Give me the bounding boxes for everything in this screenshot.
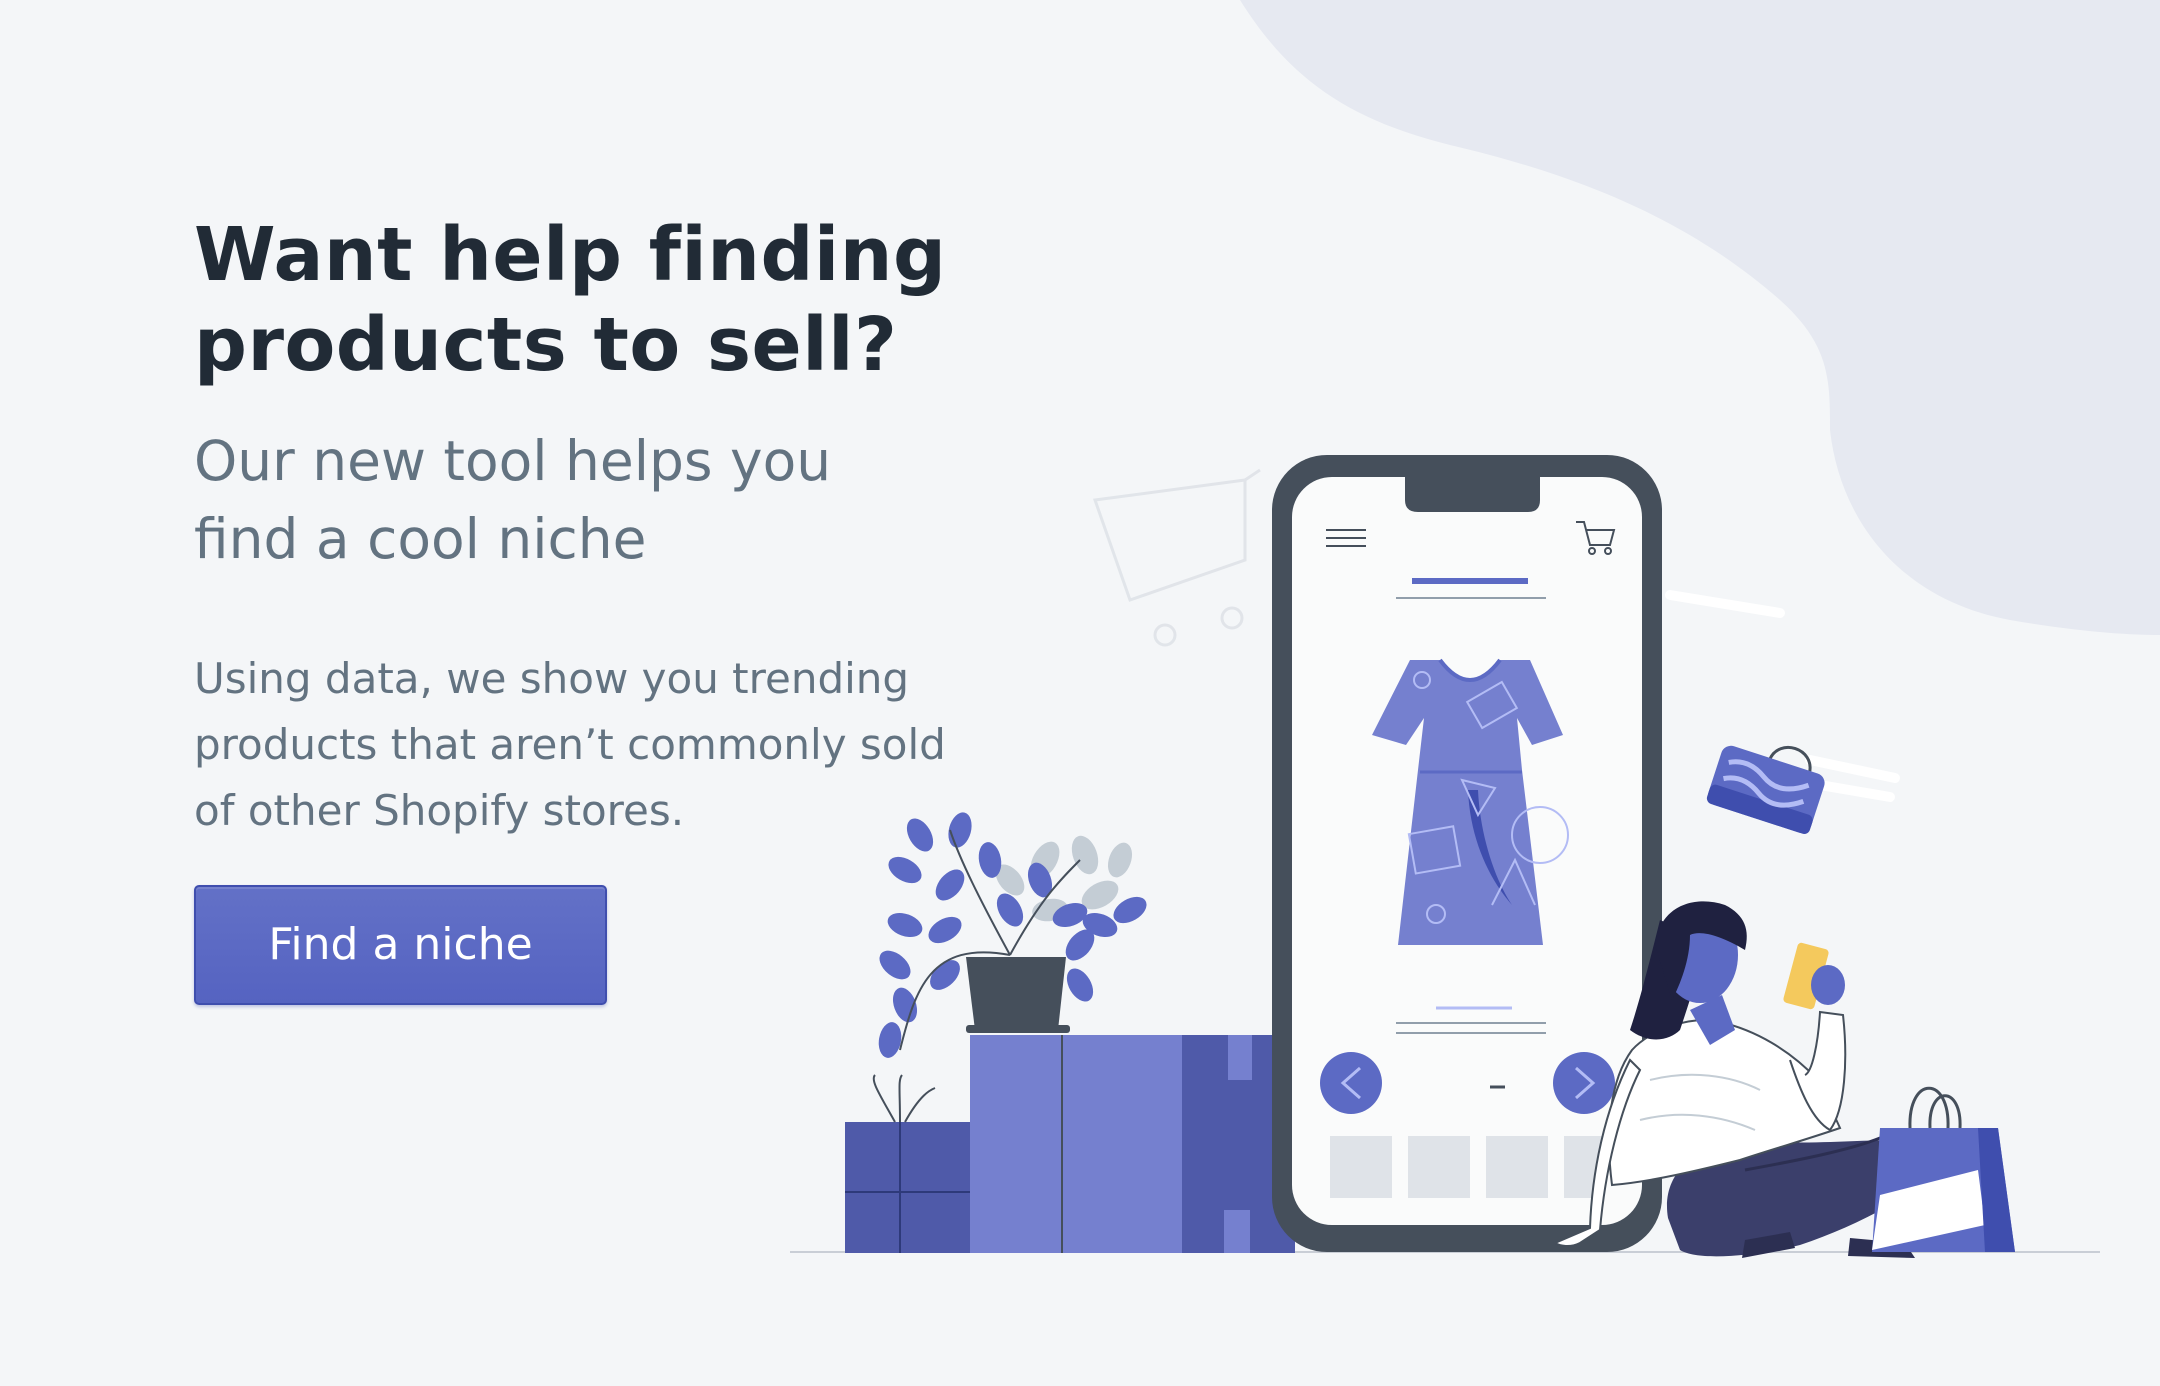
shopping-illustration bbox=[790, 455, 2100, 1258]
carousel-next-icon bbox=[1553, 1052, 1615, 1114]
faint-cart-icon bbox=[1092, 468, 1261, 647]
stacked-boxes bbox=[845, 1035, 1295, 1253]
carousel-prev-icon bbox=[1320, 1052, 1382, 1114]
potted-plant bbox=[878, 812, 1147, 1058]
floating-bag-icon bbox=[1706, 745, 1825, 834]
